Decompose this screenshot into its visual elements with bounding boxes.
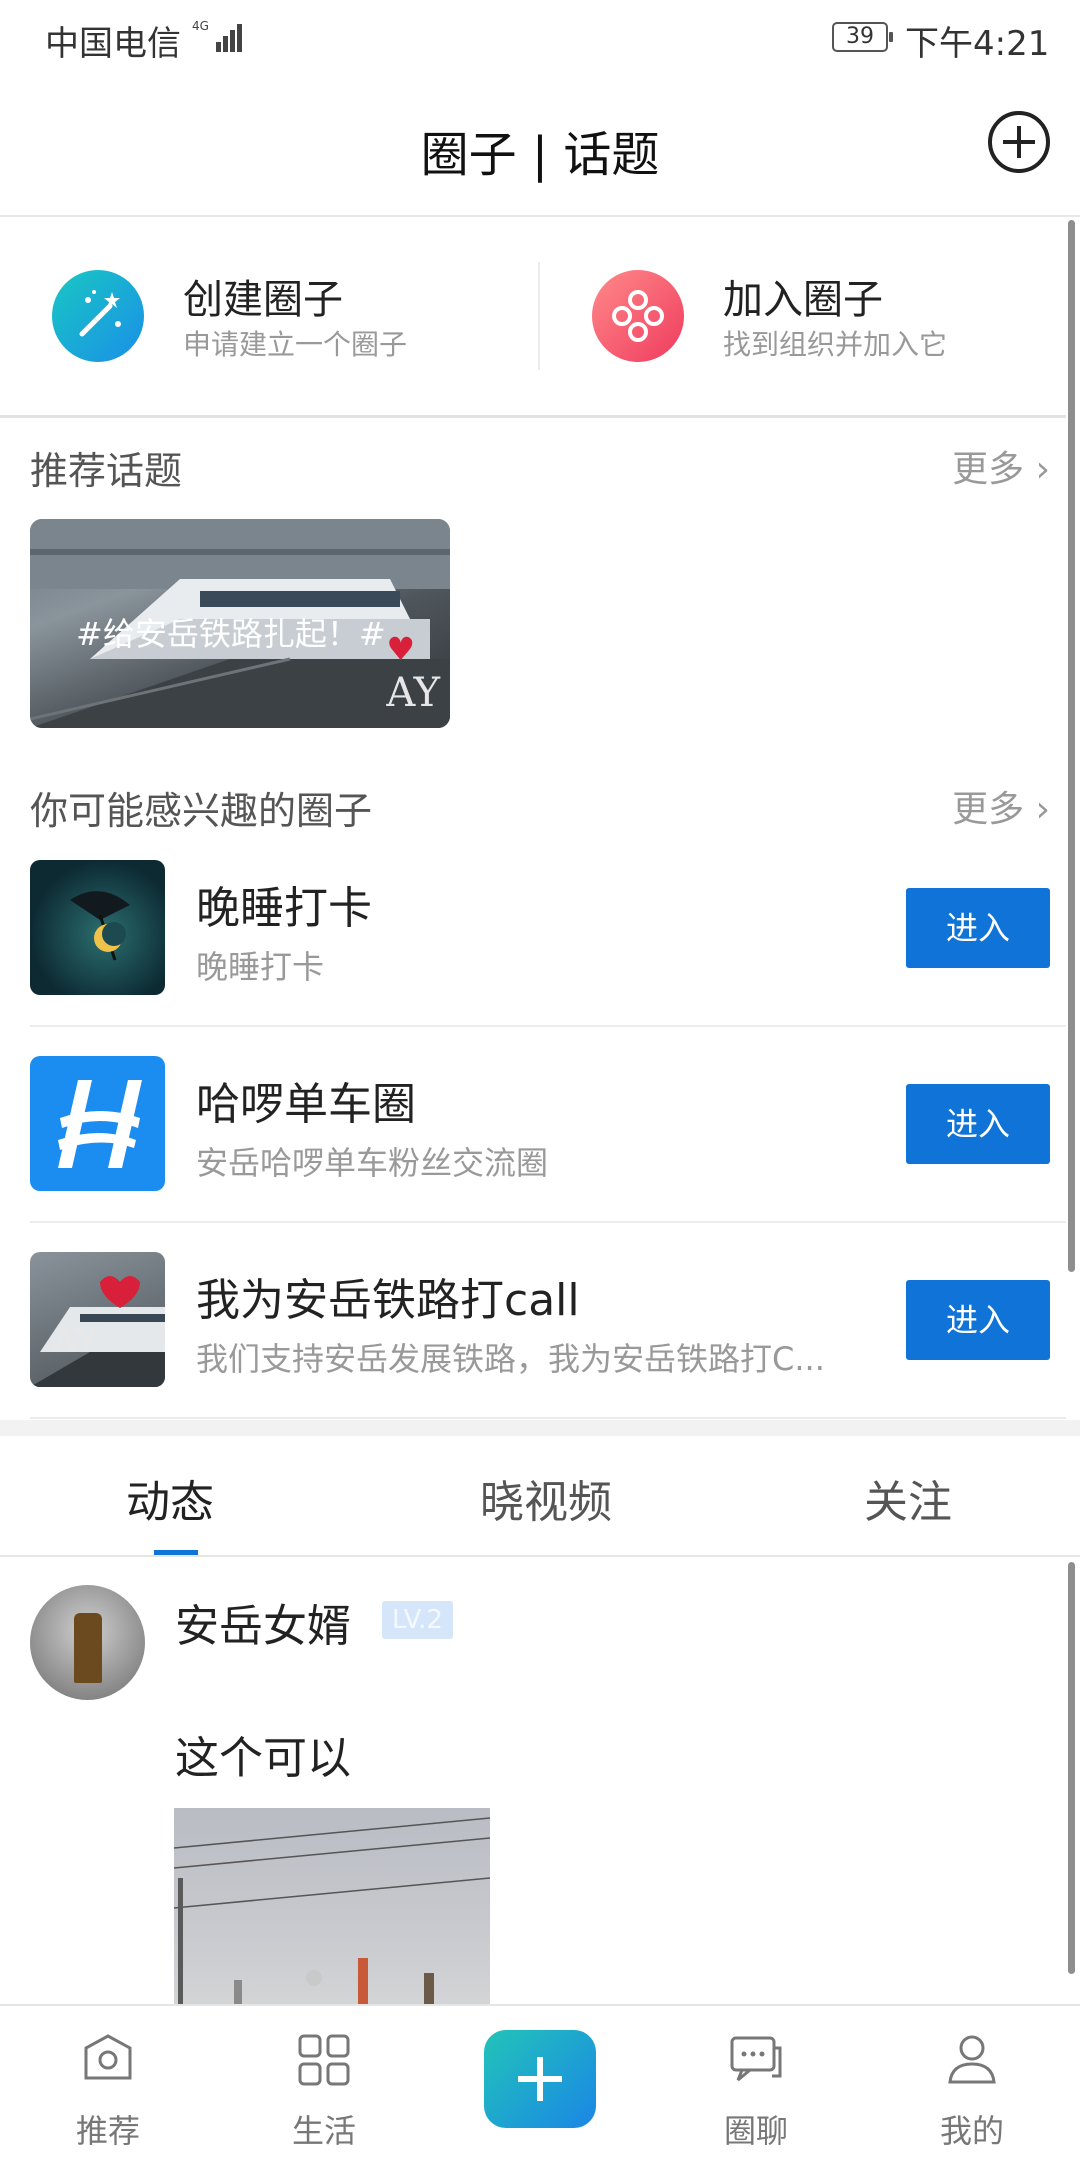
create-circle-label: 创建圈子 xyxy=(183,277,343,323)
post-text: 这个可以 xyxy=(175,1733,351,1784)
topic-card[interactable]: #给安岳铁路扎起！# ♥ AY xyxy=(30,519,450,728)
circle-desc: 晚睡打卡 xyxy=(196,948,325,986)
avatar[interactable] xyxy=(30,1585,145,1700)
clock: 下午4:21 xyxy=(905,24,1050,64)
enter-button[interactable]: 进入 xyxy=(906,888,1050,968)
circles-section-header: 你可能感兴趣的圈子 更多 › xyxy=(30,780,1050,840)
carrier-label: 中国电信 xyxy=(45,24,181,64)
chevron-right-icon: › xyxy=(1035,789,1050,830)
circle-thumbnail xyxy=(30,860,165,995)
tab-follow[interactable]: 关注 xyxy=(864,1466,952,1530)
divider xyxy=(0,415,1066,418)
level-badge: LV.2 xyxy=(382,1601,453,1639)
section-title: 推荐话题 xyxy=(30,449,183,493)
scrollbar[interactable] xyxy=(1068,1562,1075,1974)
create-circle-button[interactable]: 创建圈子 申请建立一个圈子 xyxy=(0,217,520,415)
nav-label: 我的 xyxy=(939,2112,1004,2150)
post-username[interactable]: 安岳女婿 xyxy=(175,1590,351,1654)
bottom-navigation: 推荐 生活 圈聊 我的 xyxy=(0,2004,1080,2160)
network-label: 4G xyxy=(192,19,209,33)
hellobike-logo xyxy=(30,1056,165,1191)
signal-icon: 4G xyxy=(192,19,242,52)
ay-logo: ♥ AY xyxy=(386,630,440,716)
nav-recommend[interactable]: 推荐 xyxy=(38,2006,178,2160)
nav-label: 生活 xyxy=(291,2112,356,2150)
circle-desc: 安岳哈啰单车粉丝交流圈 xyxy=(196,1144,549,1182)
group-dots-icon xyxy=(592,270,684,362)
circle-name: 我为安岳铁路打call xyxy=(196,1275,580,1326)
topics-more-link[interactable]: 更多 › xyxy=(952,440,1050,492)
nav-label: 推荐 xyxy=(75,2112,140,2150)
post-image[interactable] xyxy=(174,1808,490,2004)
enter-button[interactable]: 进入 xyxy=(906,1280,1050,1360)
circles-more-link[interactable]: 更多 › xyxy=(952,780,1050,832)
grid-icon xyxy=(298,2034,350,2086)
divider xyxy=(0,1555,1080,1557)
status-bar: 中国电信 4G 39 下午4:21 xyxy=(0,0,1080,75)
home-icon xyxy=(84,2034,132,2080)
feed-tabs: 动态 晓视频 关注 xyxy=(0,1436,1080,1556)
chat-icon xyxy=(730,2036,782,2082)
section-title: 你可能感兴趣的圈子 xyxy=(30,789,373,833)
create-circle-sub: 申请建立一个圈子 xyxy=(183,328,408,361)
more-label: 更多 xyxy=(952,789,1025,830)
divider xyxy=(30,1025,1066,1027)
tab-video[interactable]: 晓视频 xyxy=(480,1466,612,1530)
plus-icon[interactable] xyxy=(484,2030,596,2128)
tab-dynamic[interactable]: 动态 xyxy=(126,1466,214,1530)
join-circle-label: 加入圈子 xyxy=(723,277,883,323)
circle-actions: 创建圈子 申请建立一个圈子 加入圈子 找到组织并加入它 xyxy=(0,217,1066,415)
topic-title: #给安岳铁路扎起！# xyxy=(76,615,386,653)
circle-name: 晚睡打卡 xyxy=(196,883,372,934)
battery-icon: 39 xyxy=(832,22,893,52)
nav-profile[interactable]: 我的 xyxy=(902,2006,1042,2160)
enter-button[interactable]: 进入 xyxy=(906,1084,1050,1164)
nav-life[interactable]: 生活 xyxy=(254,2006,394,2160)
circle-desc: 我们支持安岳发展铁路，我为安岳铁路打C... xyxy=(196,1340,825,1378)
section-gap xyxy=(0,1420,1080,1436)
add-circle-icon[interactable] xyxy=(988,111,1050,173)
nav-label: 圈聊 xyxy=(723,2112,788,2150)
circle-name: 哈啰单车圈 xyxy=(196,1079,416,1130)
magic-wand-icon xyxy=(52,270,144,362)
scrollbar[interactable] xyxy=(1068,220,1075,1272)
topics-section-header: 推荐话题 更多 › xyxy=(30,440,1050,500)
page-title: 圈子 | 话题 xyxy=(420,127,660,183)
nav-chat[interactable]: 圈聊 xyxy=(686,2006,826,2160)
profile-icon xyxy=(948,2035,996,2084)
more-label: 更多 xyxy=(952,449,1025,490)
join-circle-sub: 找到组织并加入它 xyxy=(723,328,948,361)
join-circle-button[interactable]: 加入圈子 找到组织并加入它 xyxy=(540,217,1060,415)
divider xyxy=(30,1417,1066,1419)
svg-text:AY: AY xyxy=(51,1321,98,1361)
circle-thumbnail: AY xyxy=(30,1252,165,1387)
logo-text: AY xyxy=(386,670,440,716)
divider xyxy=(30,1221,1066,1223)
app-header: 圈子 | 话题 xyxy=(0,75,1080,215)
chevron-right-icon: › xyxy=(1035,449,1050,490)
